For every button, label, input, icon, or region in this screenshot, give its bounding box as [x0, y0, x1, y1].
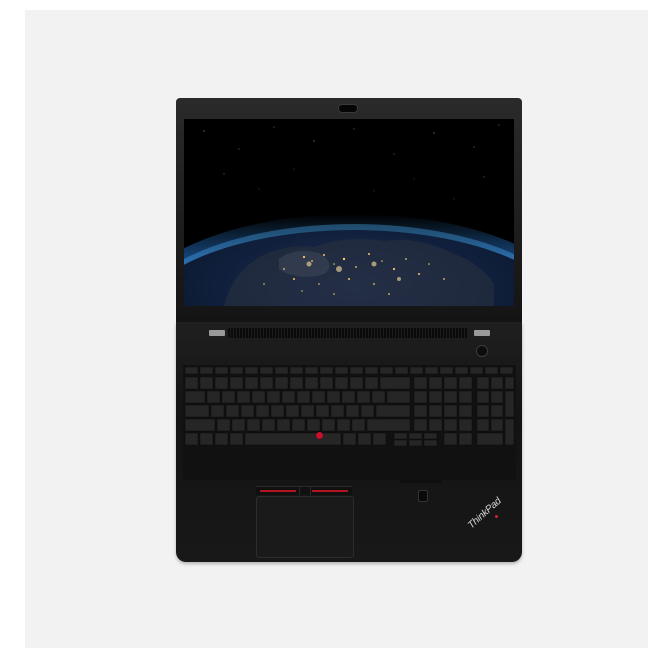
middle-click-button	[299, 487, 311, 495]
right-click-stripe	[312, 490, 348, 492]
touchpad	[256, 496, 354, 558]
arrow-keys-cluster	[400, 480, 442, 483]
fingerprint-reader-icon	[418, 490, 428, 502]
power-button-icon	[476, 345, 488, 357]
speaker-vent	[228, 328, 468, 338]
trackpad-buttons	[256, 486, 352, 495]
thinkpad-logo-dot	[495, 515, 498, 518]
left-click-stripe	[260, 490, 296, 492]
laptop-screen	[184, 119, 514, 306]
webcam-icon	[338, 104, 358, 113]
earth-wallpaper-image	[184, 119, 514, 306]
left-hinge	[209, 330, 225, 336]
keyboard	[183, 365, 516, 480]
trackpoint-icon	[316, 432, 323, 439]
right-hinge	[474, 330, 490, 336]
